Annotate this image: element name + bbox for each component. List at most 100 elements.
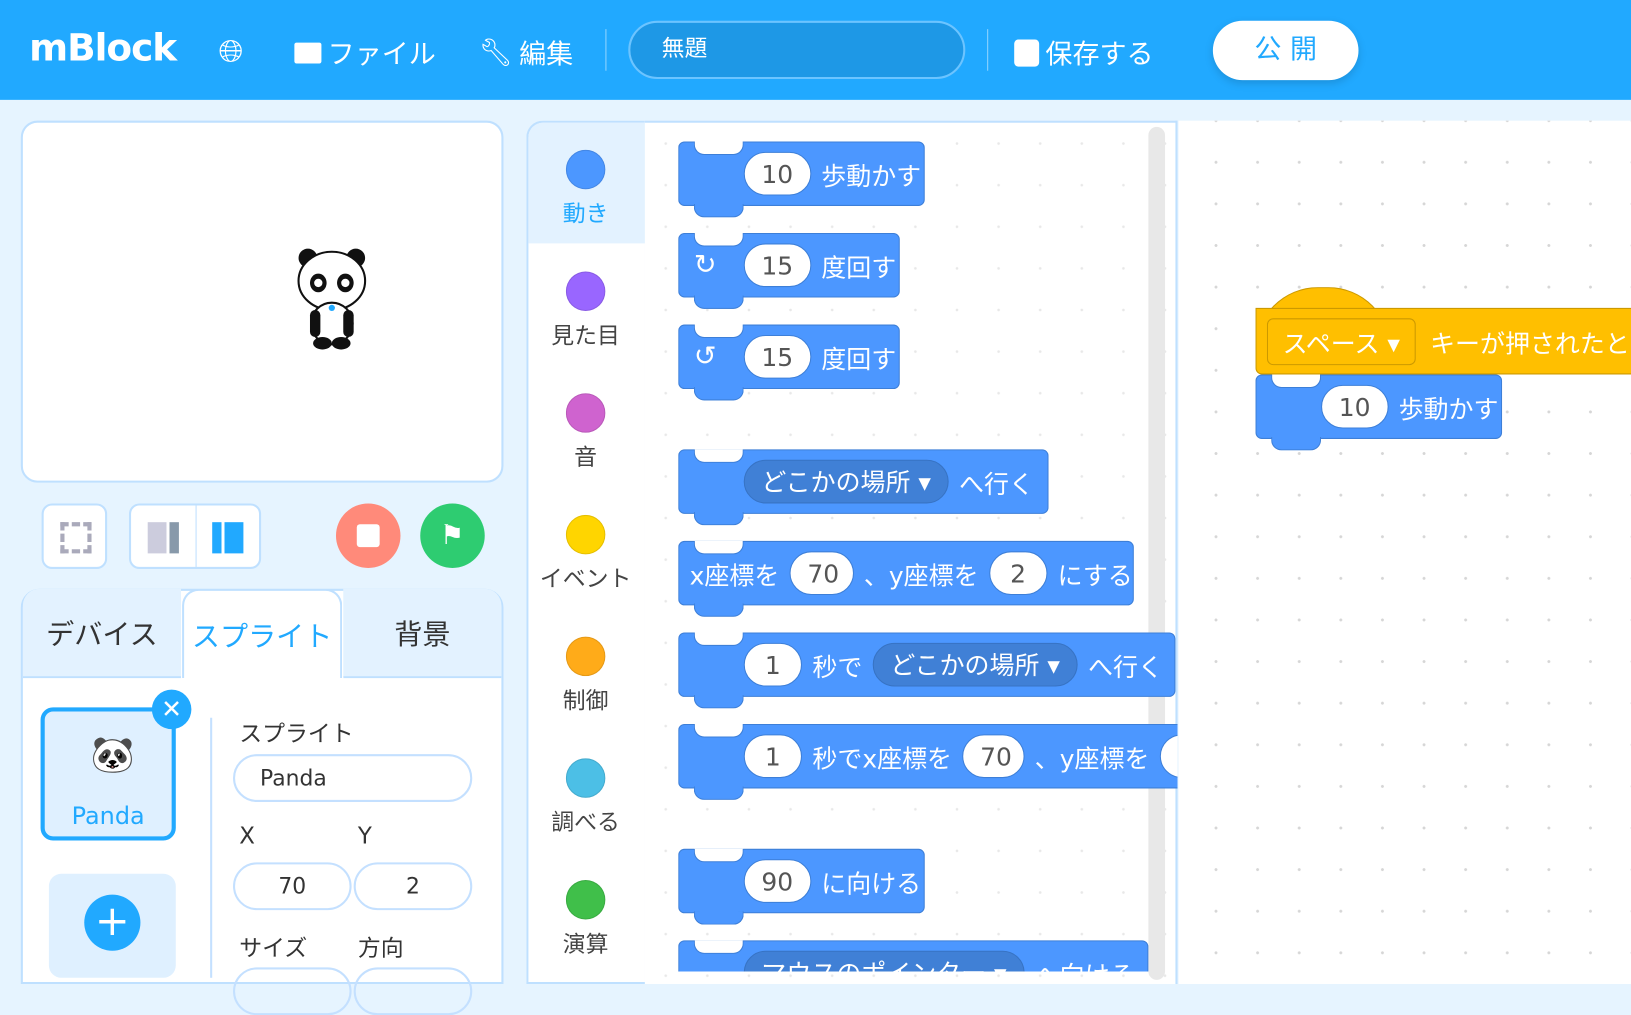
x-input[interactable]: 70 — [962, 734, 1025, 779]
category-label: 音 — [574, 445, 598, 472]
glide-dropdown[interactable]: どこかの場所 ▾ — [872, 642, 1078, 687]
folder-icon — [294, 42, 322, 63]
block-goto[interactable]: どこかの場所 ▾ へ行く — [678, 449, 1049, 526]
category-motion[interactable]: 動き — [526, 149, 645, 229]
save-label: 保存する — [1045, 39, 1154, 71]
seconds-input[interactable]: 1 — [743, 642, 802, 687]
y-input[interactable]: 2 — [1159, 734, 1178, 779]
size-input[interactable] — [233, 967, 352, 1015]
size-label: サイズ — [239, 936, 308, 963]
green-flag-button[interactable]: ⚑ — [420, 503, 485, 568]
category-operators[interactable]: 演算 — [526, 880, 645, 959]
flag-icon: ⚑ — [440, 520, 465, 552]
category-events[interactable]: イベント — [526, 514, 645, 594]
block-text: 歩動かす — [821, 161, 922, 191]
category-control[interactable]: 制御 — [526, 636, 645, 716]
sprite-card-panda[interactable]: 🐼 Panda — [40, 707, 176, 841]
events-dot-icon — [565, 514, 606, 555]
language-button[interactable]: 🌐︎ — [218, 33, 243, 69]
motion-dot-icon — [565, 149, 606, 190]
edit-label: 編集 — [519, 39, 574, 71]
divider — [210, 717, 213, 978]
block-when-key-pressed[interactable]: スペース ▾ キーが押されたとき — [1255, 307, 1631, 375]
operators-dot-icon — [565, 880, 606, 920]
control-dot-icon — [565, 636, 606, 677]
stop-button[interactable] — [335, 503, 401, 568]
block-turn-right[interactable]: ↻ 15 度回す — [678, 233, 900, 309]
block-set-xy[interactable]: x座標を 70 、y座標を 2 にする — [678, 540, 1134, 617]
script-area: スペース ▾ キーが押されたとき 10 歩動かす — [1179, 121, 1631, 972]
block-text: 秒で — [812, 652, 863, 682]
large-stage-icon[interactable] — [212, 522, 244, 554]
divider — [605, 29, 607, 71]
rotate-left-icon: ↺ — [693, 341, 717, 373]
panda-sprite[interactable] — [295, 245, 368, 350]
layout-toggle[interactable] — [128, 503, 262, 569]
direction-input[interactable] — [353, 967, 473, 1015]
x-input[interactable]: 70 — [789, 551, 854, 595]
block-text: 度回す — [821, 344, 897, 374]
small-stage-icon[interactable] — [147, 522, 179, 554]
x-label: X — [239, 823, 255, 850]
save-button[interactable]: 保存する — [1014, 33, 1154, 71]
seconds-input[interactable]: 1 — [743, 734, 802, 779]
close-icon: ✕ — [161, 694, 183, 724]
sprite-name-input[interactable]: Panda — [233, 754, 473, 802]
publish-button[interactable]: 公 開 — [1212, 20, 1359, 81]
edit-menu[interactable]: 🔧︎ 編集 — [478, 33, 573, 71]
palette-blocks: 10 歩動かす ↻ 15 度回す ↺ 15 度回す どこかの場所 ▾ へ行く x座標を 70 、… — [678, 121, 1178, 972]
category-sensing[interactable]: 調べる — [526, 758, 645, 837]
degrees-input[interactable]: 15 — [743, 334, 811, 379]
degrees-input[interactable]: 15 — [743, 243, 811, 288]
y-input[interactable]: 2 — [353, 862, 473, 911]
x-input[interactable]: 70 — [233, 862, 352, 911]
sprite-card-name: Panda — [71, 803, 145, 831]
logo: mBlock — [29, 27, 177, 70]
category-label: 動き — [562, 201, 609, 228]
direction-label: 方向 — [357, 936, 404, 963]
block-text: 秒でx座標を — [812, 744, 952, 774]
block-point-direction[interactable]: 90 に向ける — [678, 848, 925, 925]
file-menu[interactable]: ファイル — [294, 33, 436, 71]
tab-device[interactable]: デバイス — [22, 588, 181, 679]
block-text: へ行く — [959, 469, 1034, 499]
category-looks[interactable]: 見た目 — [526, 271, 645, 350]
towards-dropdown[interactable]: マウスのポインター ▾ — [743, 950, 1025, 972]
stage[interactable] — [20, 120, 504, 483]
y-label: Y — [357, 823, 372, 850]
sprite-name-label: スプライト — [239, 721, 354, 748]
block-glide-xy[interactable]: 1 秒でx座標を 70 、y座標を 2 — [678, 723, 1178, 800]
panda-thumbnail: 🐼 — [90, 734, 135, 776]
block-text: キーが押されたとき — [1430, 329, 1631, 359]
add-sprite-button[interactable]: + — [84, 894, 141, 951]
key-dropdown[interactable]: スペース ▾ — [1266, 317, 1416, 365]
block-text: へ向ける — [1035, 954, 1135, 972]
y-input[interactable]: 2 — [988, 551, 1048, 595]
looks-dot-icon — [565, 271, 606, 312]
category-label: 見た目 — [551, 323, 620, 350]
save-icon — [1014, 39, 1040, 67]
block-glide[interactable]: 1 秒で どこかの場所 ▾ へ行く — [678, 632, 1176, 709]
block-text: 度回す — [821, 253, 897, 283]
steps-input[interactable]: 10 — [743, 151, 811, 196]
block-move-steps-script[interactable]: 10 歩動かす — [1255, 374, 1503, 451]
goto-dropdown[interactable]: どこかの場所 ▾ — [743, 459, 949, 504]
fullscreen-icon — [60, 522, 92, 554]
fullscreen-button[interactable] — [41, 503, 108, 569]
tab-background[interactable]: 背景 — [343, 588, 502, 679]
block-point-towards[interactable]: マウスのポインター ▾ へ向ける — [678, 940, 1149, 972]
top-bar: mBlock 🌐︎ ファイル 🔧︎ 編集 無題 保存する 公 開 — [0, 0, 1631, 100]
category-label: 調べる — [551, 810, 620, 837]
tab-sprite[interactable]: スプライト — [182, 588, 343, 679]
project-title-input[interactable]: 無題 — [628, 20, 966, 80]
block-turn-left[interactable]: ↺ 15 度回す — [678, 324, 900, 401]
direction-input[interactable]: 90 — [743, 859, 811, 903]
delete-sprite-button[interactable]: ✕ — [151, 689, 192, 730]
block-text: に向ける — [821, 869, 922, 899]
category-sound[interactable]: 音 — [526, 393, 645, 472]
steps-input[interactable]: 10 — [1321, 384, 1389, 429]
block-text: 、y座標を — [863, 561, 979, 591]
sensing-dot-icon — [565, 758, 606, 798]
block-move-steps[interactable]: 10 歩動かす — [678, 141, 925, 218]
category-label: 演算 — [562, 932, 609, 959]
